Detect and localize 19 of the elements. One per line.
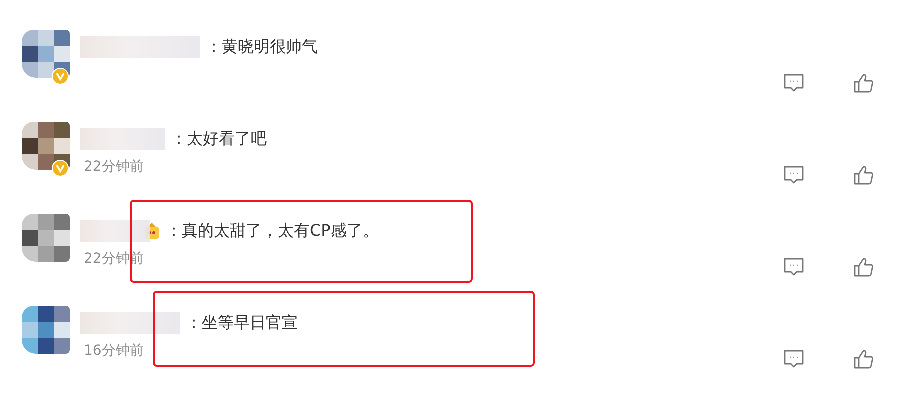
name-blur	[80, 220, 150, 242]
like-icon[interactable]	[853, 348, 875, 370]
reply-icon[interactable]	[783, 256, 805, 278]
avatar[interactable]	[22, 122, 70, 170]
avatar[interactable]	[22, 306, 70, 354]
comment-text: ：坐等早日官宣	[186, 312, 298, 334]
comment-text: ：黄晓明很帅气	[206, 36, 318, 58]
timestamp: 16分钟前	[84, 342, 145, 360]
timestamp: 22分钟前	[84, 158, 145, 176]
avatar[interactable]	[22, 214, 70, 262]
comment-text: ：太好看了吧	[171, 128, 267, 150]
avatar[interactable]	[22, 30, 70, 78]
reply-icon[interactable]	[783, 164, 805, 186]
like-icon[interactable]	[853, 164, 875, 186]
reply-icon[interactable]	[783, 348, 805, 370]
reply-icon[interactable]	[783, 72, 805, 94]
comment-text: ：真的太甜了，太有CP感了。	[166, 220, 379, 242]
like-icon[interactable]	[853, 256, 875, 278]
like-icon[interactable]	[853, 72, 875, 94]
